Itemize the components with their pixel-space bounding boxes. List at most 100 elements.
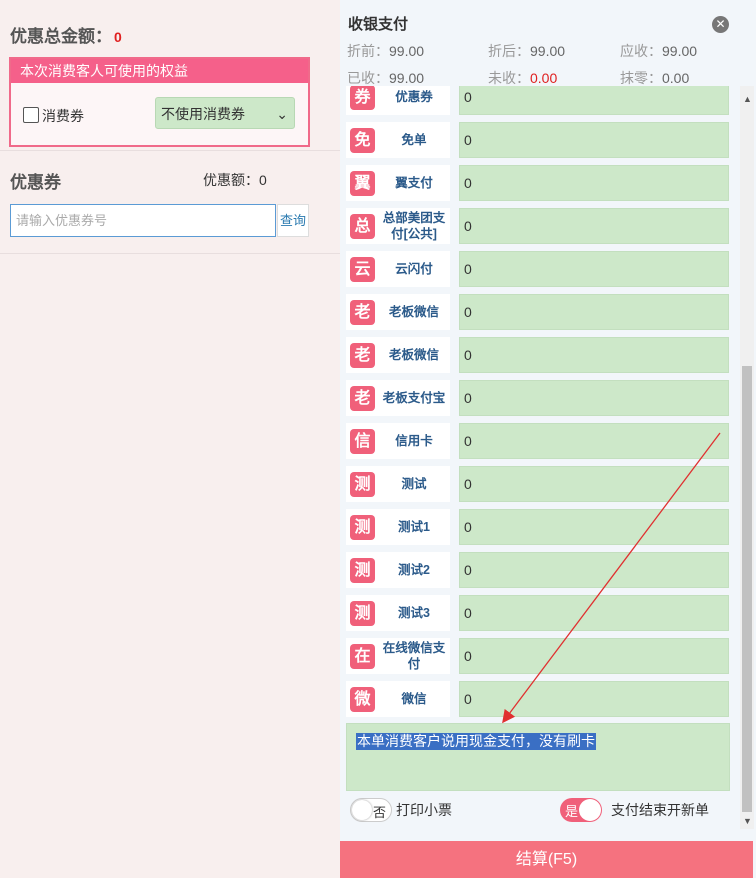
- checkout-panel: 收银支付 ✕ 折前：99.00 折后：99.00 应收：99.00 已收：99.…: [340, 0, 756, 878]
- scroll-up-icon[interactable]: ▲: [743, 94, 752, 104]
- coupon-input[interactable]: 请输入优惠券号: [10, 204, 276, 237]
- payment-amount-input[interactable]: 0: [459, 638, 729, 674]
- divider: [0, 253, 340, 254]
- payment-label: 测 测试1: [346, 509, 450, 545]
- payment-amount-input[interactable]: 0: [459, 337, 729, 373]
- summary-value: 99.00: [662, 43, 698, 59]
- summary-value: 0.00: [530, 70, 558, 86]
- summary-after-discount: 折后：99.00: [488, 41, 565, 61]
- payment-row: 免 免单 0: [346, 122, 730, 158]
- payment-amount-input[interactable]: 0: [459, 466, 729, 502]
- payment-amount-input[interactable]: 0: [459, 251, 729, 287]
- close-icon[interactable]: ✕: [712, 16, 729, 33]
- payment-badge: 券: [350, 86, 375, 110]
- payment-amount-input[interactable]: 0: [459, 595, 729, 631]
- payment-badge: 老: [350, 386, 375, 411]
- payment-amount-input[interactable]: 0: [459, 294, 729, 330]
- payment-label: 微 微信: [346, 681, 450, 717]
- panel-title: 收银支付: [348, 16, 409, 33]
- voucher-checkbox-label[interactable]: 消费券: [42, 106, 84, 126]
- payment-row: 微 微信 0: [346, 681, 730, 717]
- payment-name: 云闪付: [395, 262, 433, 276]
- payment-row: 老老板微信 0: [346, 337, 730, 373]
- payment-amount-input[interactable]: 0: [459, 208, 729, 244]
- coupon-title: 优惠券: [10, 173, 61, 192]
- summary-value: 99.00: [389, 43, 425, 59]
- payment-name: 老板微信: [388, 348, 439, 362]
- summary-value: 99.00: [389, 70, 425, 86]
- payment-label: 测 测试3: [346, 595, 450, 631]
- payment-badge: 微: [350, 687, 375, 712]
- payment-name: 测试: [401, 477, 427, 491]
- payment-name: 老板微信: [388, 305, 439, 319]
- summary-received: 已收：99.00: [347, 68, 424, 88]
- rights-header: 本次消费客人可使用的权益: [11, 59, 308, 83]
- payment-label: 总总部美团支付[公共]: [346, 208, 450, 244]
- summary-label: 未收：: [488, 70, 530, 86]
- payment-row: 信 信用卡 0: [346, 423, 730, 459]
- payment-amount-input[interactable]: 0: [459, 509, 729, 545]
- payment-badge: 测: [350, 515, 375, 540]
- payment-name: 在线微信支付: [382, 641, 446, 671]
- toggle-state: 是: [565, 804, 579, 819]
- payment-label: 券 优惠券: [346, 86, 450, 115]
- payment-badge: 免: [350, 128, 375, 153]
- payment-amount-input[interactable]: 0: [459, 681, 729, 717]
- payment-badge: 测: [350, 601, 375, 626]
- payment-method-list: 券 优惠券 0 免 免单 0 翼 翼支付 0 总总部美团支付[公共] 0 云 云闪付 0…: [346, 86, 730, 718]
- payment-label: 老老板微信: [346, 337, 450, 373]
- scrollbar-thumb[interactable]: [742, 366, 752, 812]
- payment-amount-input[interactable]: 0: [459, 380, 729, 416]
- payment-label: 在在线微信支付: [346, 638, 450, 674]
- remark-textarea[interactable]: 本单消费客户说用现金支付，没有刷卡: [346, 723, 730, 791]
- summary-label: 折后：: [488, 43, 530, 59]
- new-order-toggle[interactable]: 是: [560, 798, 602, 822]
- scroll-down-icon[interactable]: ▼: [743, 816, 752, 826]
- summary-label: 折前：: [347, 43, 389, 59]
- discount-total-label: 优惠总金额：: [10, 27, 112, 46]
- payment-amount-input[interactable]: 0: [459, 165, 729, 201]
- payment-amount-input[interactable]: 0: [459, 552, 729, 588]
- toggle-knob: [579, 799, 601, 821]
- payment-row: 在在线微信支付 0: [346, 638, 730, 674]
- payment-name: 免单: [401, 133, 427, 147]
- payment-badge: 老: [350, 343, 375, 368]
- payment-row: 券 优惠券 0: [346, 86, 730, 115]
- payment-label: 信 信用卡: [346, 423, 450, 459]
- discount-panel: 优惠总金额： 0 本次消费客人可使用的权益 消费券 不使用消费券 ⌄ 优惠券 优惠…: [0, 0, 340, 878]
- print-receipt-label: 打印小票: [396, 802, 452, 818]
- payment-name: 老板支付宝: [382, 391, 446, 405]
- payment-amount-input[interactable]: 0: [459, 86, 729, 115]
- payment-label: 测 测试: [346, 466, 450, 502]
- payment-badge: 总: [350, 214, 375, 239]
- coupon-amount-label: 优惠额：: [203, 172, 259, 188]
- settle-button[interactable]: 结算(F5): [340, 841, 753, 878]
- payment-row: 测 测试 0: [346, 466, 730, 502]
- toggle-knob: [352, 800, 372, 820]
- remark-text: 本单消费客户说用现金支付，没有刷卡: [356, 733, 596, 750]
- summary-label: 已收：: [347, 70, 389, 86]
- payment-badge: 翼: [350, 171, 375, 196]
- payment-name: 翼支付: [395, 176, 433, 190]
- query-button[interactable]: 查询: [277, 204, 309, 237]
- voucher-checkbox[interactable]: [23, 107, 39, 123]
- payment-row: 总总部美团支付[公共] 0: [346, 208, 730, 244]
- payment-badge: 测: [350, 558, 375, 583]
- print-receipt-toggle[interactable]: 否: [350, 798, 392, 822]
- voucher-select-value: 不使用消费券: [161, 106, 245, 122]
- payment-row: 老老板支付宝 0: [346, 380, 730, 416]
- rights-box: 本次消费客人可使用的权益 消费券 不使用消费券 ⌄: [9, 57, 310, 147]
- summary-label: 应收：: [620, 43, 662, 59]
- summary-value: 0.00: [662, 70, 690, 86]
- payment-name: 总部美团支付[公共]: [382, 211, 446, 241]
- payment-name: 测试2: [398, 563, 430, 577]
- divider: [0, 150, 340, 151]
- payment-badge: 在: [350, 644, 375, 669]
- payment-name: 微信: [401, 692, 427, 706]
- payment-amount-input[interactable]: 0: [459, 122, 729, 158]
- voucher-select[interactable]: 不使用消费券 ⌄: [155, 97, 295, 129]
- payment-label: 老老板微信: [346, 294, 450, 330]
- payment-amount-input[interactable]: 0: [459, 423, 729, 459]
- summary-value: 99.00: [530, 43, 566, 59]
- payment-row: 测 测试2 0: [346, 552, 730, 588]
